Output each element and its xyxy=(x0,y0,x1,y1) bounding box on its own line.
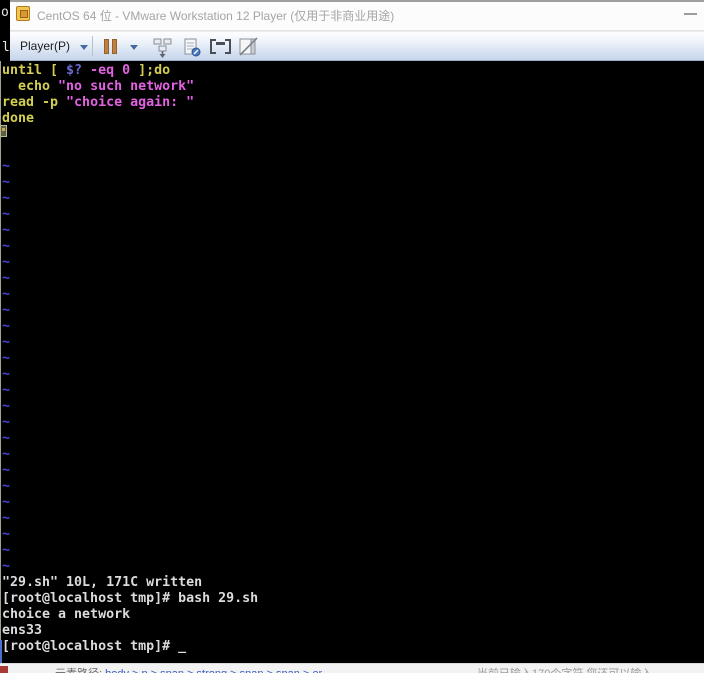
terminal-cursor: _ xyxy=(178,639,187,654)
statusbar-artifact xyxy=(0,666,8,673)
underlying-page-fragment: l xyxy=(2,40,10,55)
terminal-line: ~ xyxy=(2,367,11,382)
terminal-line: ~ xyxy=(2,271,11,286)
vmware-app-icon xyxy=(16,6,30,21)
element-path-value[interactable]: body > p > span > strong > span > span >… xyxy=(105,668,322,673)
terminal-line: ~ xyxy=(2,431,11,446)
terminal-line: ~ xyxy=(2,191,11,206)
terminal-line: ~ xyxy=(2,159,11,174)
terminal-line: [root@localhost tmp]# _ xyxy=(2,639,187,654)
terminal-line: ~ xyxy=(2,559,11,574)
terminal-line: ~ xyxy=(2,543,11,558)
terminal-line: until [ $? -eq 0 ];do xyxy=(2,63,171,78)
terminal-line: ~ xyxy=(2,479,11,494)
terminal-line: [root@localhost tmp]# bash 29.sh xyxy=(2,591,259,606)
terminal-line: ~ xyxy=(2,351,11,366)
terminal-line: choice a network xyxy=(2,607,131,622)
player-menu[interactable]: Player(P) xyxy=(20,32,70,60)
vmware-toolbar: Player(P) xyxy=(10,31,704,61)
terminal-line: ~ xyxy=(2,255,11,270)
terminal-line: ~ xyxy=(2,415,11,430)
terminal-line: ~ xyxy=(2,495,11,510)
terminal-line: ~ xyxy=(2,223,11,238)
terminal-line: ~ xyxy=(2,207,11,222)
power-dropdown-arrow-icon[interactable] xyxy=(130,45,138,50)
terminal-line: ~ xyxy=(2,383,11,398)
player-menu-arrow-icon[interactable] xyxy=(80,45,88,50)
unity-mode-icon[interactable] xyxy=(238,37,259,57)
terminal-line: ~ xyxy=(2,319,11,334)
terminal-line: ~ xyxy=(2,447,11,462)
vm-console[interactable]: until [ $? -eq 0 ];do echo "no such netw… xyxy=(0,61,704,663)
window-title: CentOS 64 位 - VMware Workstation 12 Play… xyxy=(37,9,395,23)
element-path: 元素路径: body > p > span > strong > span > … xyxy=(55,665,322,673)
suspend-vm-button[interactable] xyxy=(104,39,119,54)
editor-statusbar: 元素路径: body > p > span > strong > span > … xyxy=(0,663,704,673)
terminal-line: ~ xyxy=(2,239,11,254)
fullscreen-icon[interactable] xyxy=(208,37,233,57)
vm-settings-icon[interactable] xyxy=(182,37,202,58)
terminal-line: ~ xyxy=(2,527,11,542)
element-path-label: 元素路径: xyxy=(55,668,105,673)
underlying-page-fragment: o xyxy=(1,5,9,20)
pause-bar xyxy=(112,39,117,54)
terminal-line: ~ xyxy=(2,303,11,318)
console-left-edge xyxy=(0,61,1,640)
terminal-line: "29.sh" 10L, 171C written xyxy=(2,575,203,590)
send-ctrl-alt-del-icon[interactable] xyxy=(152,37,174,58)
terminal-line: ~ xyxy=(2,287,11,302)
terminal-line: echo "no such network" xyxy=(2,79,195,94)
terminal-line: ~ xyxy=(2,335,11,350)
vmware-titlebar: CentOS 64 位 - VMware Workstation 12 Play… xyxy=(10,0,704,31)
terminal-line: read -p "choice again: " xyxy=(2,95,195,110)
terminal-line: ~ xyxy=(2,399,11,414)
minimize-button[interactable] xyxy=(684,13,697,15)
screenshot-root: o l CentOS 64 位 - VMware Workstation 12 … xyxy=(0,0,704,673)
terminal-line: ~ xyxy=(2,463,11,478)
pause-bar xyxy=(104,39,109,54)
terminal-line: done xyxy=(2,111,35,126)
terminal-output: until [ $? -eq 0 ];do echo "no such netw… xyxy=(2,63,258,655)
terminal-line: ens33 xyxy=(2,623,43,638)
toolbar-separator xyxy=(92,36,93,56)
terminal-line: ~ xyxy=(2,511,11,526)
char-count-status: 当前已输入170个字符,您还可以输入 xyxy=(477,665,652,673)
terminal-line: ~ xyxy=(2,175,11,190)
